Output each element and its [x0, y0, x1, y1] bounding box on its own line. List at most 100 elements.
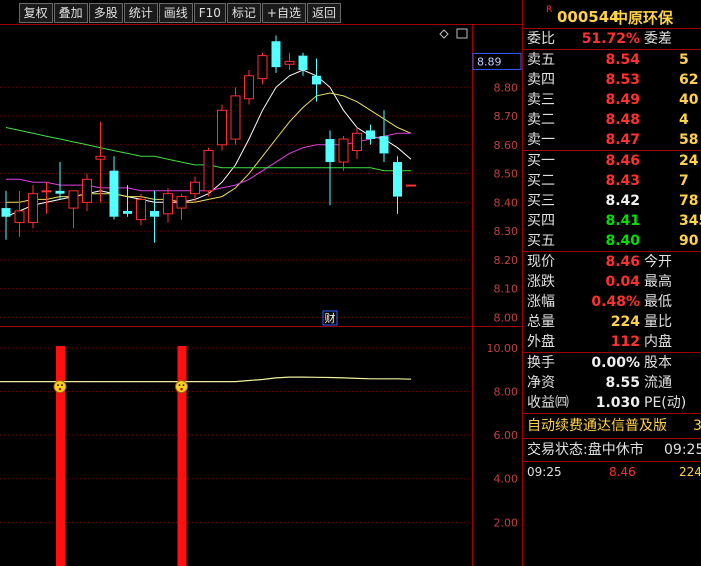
- stat-secondary: 最高: [644, 274, 672, 290]
- candle-body: [257, 55, 268, 80]
- tick-time: 09:25: [527, 465, 562, 479]
- finance-secondary: 流通: [644, 375, 672, 391]
- weibi-value: 51.72%: [581, 31, 640, 47]
- bid-level-secondary: 345: [679, 213, 701, 229]
- ask-level-value: 8.49: [605, 92, 640, 108]
- candle-body: [41, 190, 52, 193]
- ask-level-value: 8.54: [605, 52, 640, 68]
- candle-body: [123, 210, 132, 214]
- price-tick-label: 8.60: [494, 139, 519, 152]
- finance-value: 0.00%: [591, 355, 640, 371]
- price-tick-label: 8.10: [494, 283, 519, 296]
- weibi-row: 委比 51.72% 委差: [523, 29, 701, 49]
- candle-body: [338, 138, 349, 163]
- ask-level-secondary: 58: [679, 132, 699, 148]
- tick-price: 8.46: [609, 465, 636, 479]
- toolbar-button-back[interactable]: 返回: [306, 3, 341, 23]
- smiley-mouth: [58, 387, 62, 391]
- ask-level-secondary: 5: [679, 52, 689, 68]
- price-tick-label: 8.00: [494, 311, 519, 324]
- status-label: 交易状态:: [527, 442, 588, 458]
- stat-label: 现价: [527, 254, 555, 270]
- stat-value: 0.48%: [591, 294, 640, 310]
- candle-body: [28, 193, 38, 223]
- bid-level-secondary: 24: [679, 153, 699, 169]
- toolbar-button-fuquan[interactable]: 复权: [18, 3, 53, 23]
- chart-area[interactable]: 8.80 8.70 8.60 8.50 8.40 8.30 8.20 8.10 8.00 10.0…: [0, 0, 522, 566]
- smiley-eye: [182, 384, 185, 387]
- bid-level-secondary: 90: [679, 233, 699, 249]
- ask-level-label: 卖二: [527, 112, 555, 128]
- candle-body: [136, 198, 146, 221]
- finance-secondary: PE(动): [644, 395, 687, 411]
- candle-body: [163, 193, 173, 215]
- stat-row: 外盘 112 内盘: [523, 332, 701, 352]
- bid-level-value: 8.43: [605, 173, 640, 189]
- stock-badge: R: [546, 5, 553, 15]
- indicator-tick-label: 8.00: [494, 385, 519, 398]
- status-value: 盘中休市: [587, 442, 644, 458]
- price-tick-label: 8.40: [494, 196, 519, 209]
- indicator-tick-label: 4.00: [494, 473, 519, 486]
- status-time: 09:25: [664, 442, 701, 458]
- ask-level-label: 卖四: [527, 72, 555, 88]
- renewal-ad-link[interactable]: 自动续费通达信普及版 3: [523, 414, 701, 439]
- kline-chart[interactable]: 8.80 8.70 8.60 8.50 8.40 8.30 8.20 8.10 8.00 10.0…: [0, 0, 522, 566]
- candle-body: [352, 132, 362, 152]
- stat-value: 112: [610, 334, 640, 350]
- candle-body: [203, 150, 214, 192]
- candle-body: [217, 109, 227, 146]
- bid-level-row: 买五 8.40 90: [523, 231, 701, 251]
- toolbar-button-draw-line[interactable]: 画线: [158, 3, 193, 23]
- finance-row: 收益㈣ 1.030 PE(动): [523, 393, 701, 413]
- finance-value: 1.030: [595, 395, 640, 411]
- toolbar-button-add-watchlist[interactable]: +自选: [261, 3, 306, 23]
- bid-level-row: 买一 8.46 24: [523, 151, 701, 171]
- smiley-eye: [178, 384, 181, 387]
- candle-body: [298, 55, 308, 71]
- toolbar-button-multi-stock[interactable]: 多股: [88, 3, 123, 23]
- bid-level-row: 买三 8.42 78: [523, 191, 701, 211]
- finance-label: 净资: [527, 375, 555, 391]
- price-tick-label: 8.70: [494, 110, 519, 123]
- candle-body: [14, 210, 25, 223]
- stat-label: 总量: [527, 314, 555, 330]
- weibi-section: 委比 51.72% 委差: [523, 29, 701, 50]
- bid-level-value: 8.40: [605, 233, 640, 249]
- weibi-label: 委比: [527, 31, 555, 47]
- tick-volume: 224: [679, 465, 701, 479]
- candle-body: [230, 95, 241, 140]
- smiley-face-icon: [53, 380, 67, 394]
- ask-level-value: 8.48: [605, 112, 640, 128]
- bid-levels: 买一 8.46 24 买二 8.43 7 买三 8.42 78 买四 8.41 345 买五 8.40 90: [523, 151, 701, 252]
- finance-value: 8.55: [605, 375, 640, 391]
- price-tick-label: 8.30: [494, 225, 519, 238]
- stat-value: 224: [610, 314, 640, 330]
- ask-level-label: 卖三: [527, 92, 555, 108]
- toolbar-button-statistics[interactable]: 统计: [123, 3, 158, 23]
- bid-level-label: 买一: [527, 153, 555, 169]
- toolbar-button-mark[interactable]: 标记: [226, 3, 261, 23]
- toolbar-button-f10[interactable]: F10: [193, 3, 226, 23]
- candle-body: [55, 190, 65, 194]
- bid-level-secondary: 7: [679, 173, 689, 189]
- price-stats: 现价 8.46 今开 涨跌 0.04 最高 涨幅 0.48% 最低 总量 224 量比 外盘 112 内盘: [523, 252, 701, 353]
- tick-row: 09:25 8.46 224: [523, 462, 701, 482]
- chart-toolbar: 复权 叠加 多股 统计 画线 F10 标记 +自选 返回: [18, 3, 341, 23]
- stat-secondary: 最低: [644, 294, 672, 310]
- toolbar-button-overlay[interactable]: 叠加: [53, 3, 88, 23]
- stat-label: 外盘: [527, 334, 555, 350]
- stat-secondary: 量比: [644, 314, 672, 330]
- stat-row: 现价 8.46 今开: [523, 252, 701, 272]
- stat-label: 涨幅: [527, 294, 555, 310]
- candle-body: [68, 190, 79, 209]
- finance-row: 换手 0.00% 股本: [523, 353, 701, 373]
- finance-row: 净资 8.55 流通: [523, 373, 701, 393]
- candle-body: [406, 184, 416, 187]
- bid-level-value: 8.46: [605, 153, 640, 169]
- candle-body: [325, 139, 335, 163]
- stat-row: 涨跌 0.04 最高: [523, 272, 701, 292]
- signal-bar: [56, 346, 65, 566]
- smiley-face-icon: [175, 380, 188, 394]
- candle-body: [176, 196, 187, 209]
